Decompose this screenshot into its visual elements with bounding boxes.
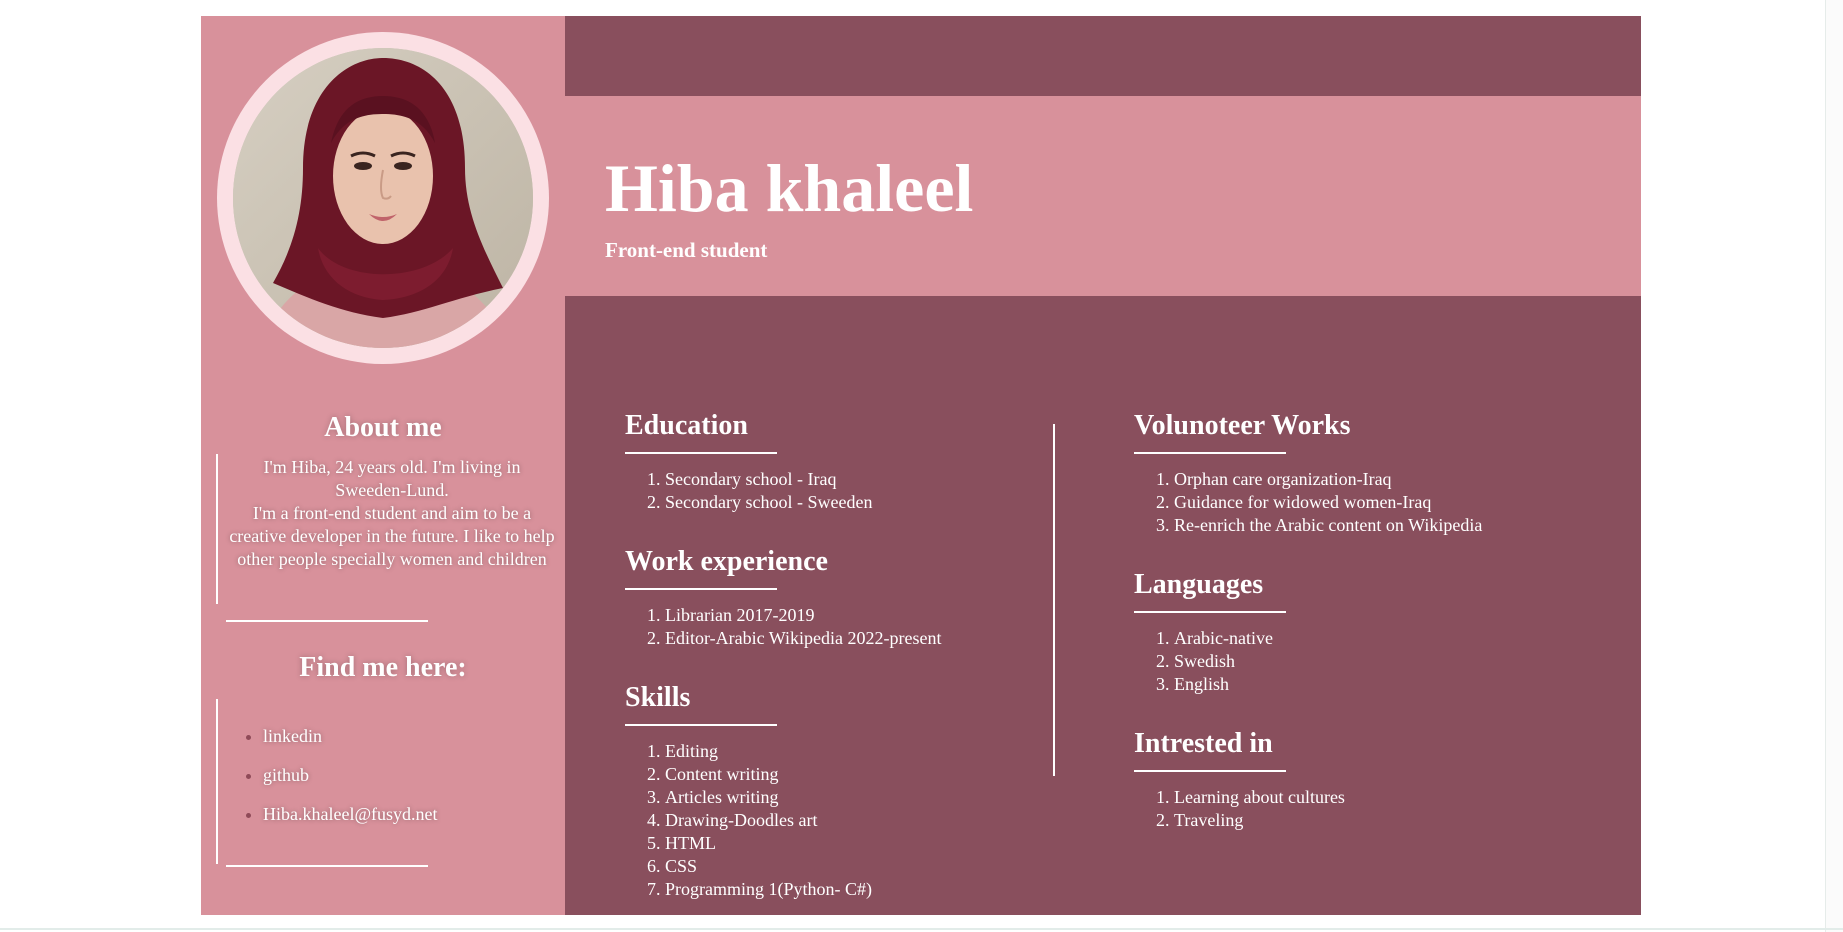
work-underline — [625, 588, 777, 590]
list-item: HTML — [665, 832, 872, 855]
contact-links: linkedin github Hiba.khaleel@fusyd.net — [218, 717, 558, 834]
list-item: Secondary school - Sweeden — [665, 491, 872, 514]
subtitle: Front-end student — [605, 238, 768, 262]
vertical-scrollbar[interactable] — [1825, 0, 1843, 932]
languages-title: Languages — [1134, 569, 1264, 600]
list-item: Editing — [665, 740, 872, 763]
education-underline — [625, 452, 777, 454]
list-item: Swedish — [1174, 650, 1286, 673]
about-title: About me — [324, 412, 442, 443]
bottom-edge — [0, 928, 1843, 930]
list-item: Drawing-Doodles art — [665, 809, 872, 832]
interests-section: Intrested in Learning about cultures Tra… — [1134, 730, 1345, 832]
education-title: Education — [625, 410, 748, 441]
interests-list: Learning about cultures Traveling — [1134, 786, 1345, 832]
cv-page: About me I'm Hiba, 24 years old. I'm liv… — [201, 16, 1641, 915]
find-divider — [226, 865, 428, 867]
education-list: Secondary school - Iraq Secondary school… — [625, 468, 872, 514]
column-divider — [1053, 424, 1055, 776]
volunteer-title: Volunoteer Works — [1134, 410, 1351, 441]
volunteer-underline — [1134, 452, 1286, 454]
list-item: English — [1174, 673, 1286, 696]
interests-underline — [1134, 770, 1286, 772]
link-github[interactable]: github — [263, 756, 558, 795]
about-box: I'm Hiba, 24 years old. I'm living in Sw… — [216, 454, 558, 604]
skills-list: Editing Content writing Articles writing… — [625, 740, 872, 901]
find-title: Find me here: — [299, 652, 467, 683]
work-list: Librarian 2017-2019 Editor-Arabic Wikipe… — [625, 604, 942, 650]
work-title: Work experience — [625, 546, 828, 577]
work-section: Work experience Librarian 2017-2019 Edit… — [625, 548, 942, 650]
link-email[interactable]: Hiba.khaleel@fusyd.net — [263, 795, 558, 834]
skills-section: Skills Editing Content writing Articles … — [625, 684, 872, 901]
name-heading: Hiba khaleel — [605, 150, 974, 226]
link-linkedin[interactable]: linkedin — [263, 717, 558, 756]
avatar — [217, 32, 549, 364]
list-item: Orphan care organization-Iraq — [1174, 468, 1482, 491]
list-item: Programming 1(Python- C#) — [665, 878, 872, 901]
languages-underline — [1134, 611, 1286, 613]
languages-list: Arabic-native Swedish English — [1134, 627, 1286, 696]
list-item: Arabic-native — [1174, 627, 1286, 650]
profile-photo-illustration — [233, 48, 533, 348]
list-item: Librarian 2017-2019 — [665, 604, 942, 627]
list-item: Content writing — [665, 763, 872, 786]
list-item: Re-enrich the Arabic content on Wikipedi… — [1174, 514, 1482, 537]
find-box: linkedin github Hiba.khaleel@fusyd.net — [216, 699, 558, 864]
list-item: Guidance for widowed women-Iraq — [1174, 491, 1482, 514]
languages-section: Languages Arabic-native Swedish English — [1134, 571, 1286, 696]
list-item: Editor-Arabic Wikipedia 2022-present — [665, 627, 942, 650]
volunteer-section: Volunoteer Works Orphan care organizatio… — [1134, 412, 1482, 537]
list-item: Articles writing — [665, 786, 872, 809]
about-divider — [226, 620, 428, 622]
education-section: Education Secondary school - Iraq Second… — [625, 412, 872, 514]
list-item: CSS — [665, 855, 872, 878]
skills-underline — [625, 724, 777, 726]
list-item: Learning about cultures — [1174, 786, 1345, 809]
interests-title: Intrested in — [1134, 728, 1273, 759]
volunteer-list: Orphan care organization-Iraq Guidance f… — [1134, 468, 1482, 537]
skills-title: Skills — [625, 682, 691, 713]
list-item: Secondary school - Iraq — [665, 468, 872, 491]
sidebar: About me I'm Hiba, 24 years old. I'm liv… — [201, 16, 565, 915]
list-item: Traveling — [1174, 809, 1345, 832]
about-text: I'm Hiba, 24 years old. I'm living in Sw… — [229, 457, 555, 569]
profile-photo — [233, 48, 533, 348]
